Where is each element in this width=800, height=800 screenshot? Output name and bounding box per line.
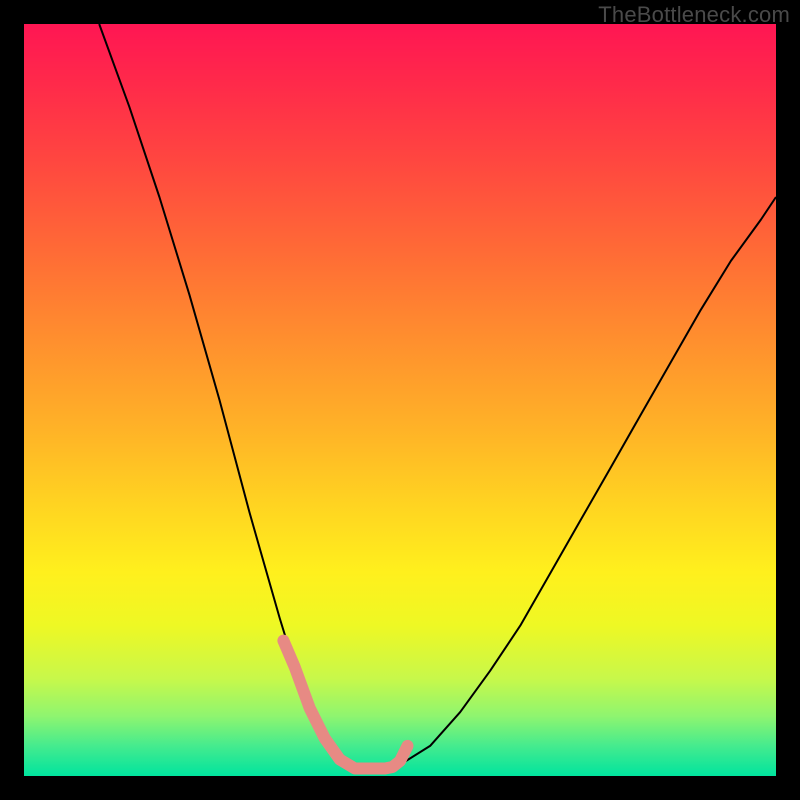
main-curve <box>99 24 776 769</box>
chart-frame: TheBottleneck.com <box>0 0 800 800</box>
curve-layer <box>24 24 776 776</box>
highlight-near-trough <box>283 641 407 769</box>
plot-area <box>24 24 776 776</box>
